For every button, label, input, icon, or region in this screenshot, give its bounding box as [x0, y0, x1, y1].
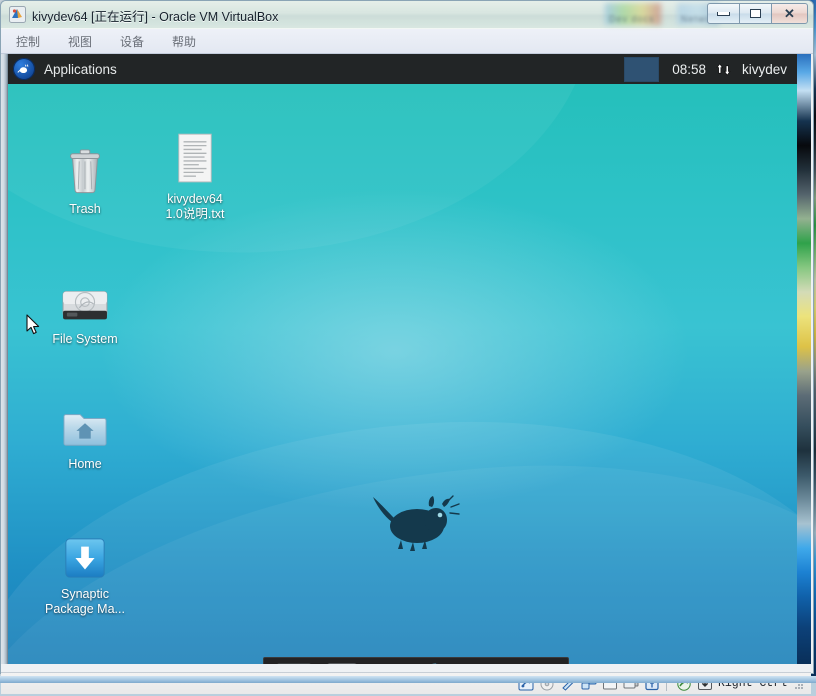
magnifier-icon [468, 662, 504, 665]
menu-control[interactable]: 控制 [13, 31, 43, 52]
desktop-icon-synaptic[interactable]: Synaptic Package Ma... [33, 529, 137, 617]
text-file-icon [143, 134, 247, 186]
dock-file-manager[interactable] [366, 660, 414, 664]
applications-label: Applications [44, 62, 117, 77]
desktop-icon-label: File System [33, 332, 137, 347]
maximize-icon [750, 9, 761, 18]
file-manager-icon [370, 662, 410, 665]
dock-web-browser[interactable] [414, 660, 462, 664]
desktop-icon-label: kivydev64 1.0说明.txt [143, 192, 247, 222]
close-button[interactable]: ✕ [771, 3, 808, 24]
desktop-icon-trash[interactable]: Trash [33, 144, 137, 217]
desktop-icon-label: Synaptic Package Ma... [33, 587, 137, 617]
menu-help[interactable]: 帮助 [169, 31, 199, 52]
synaptic-icon [33, 529, 137, 581]
terminal-icon: $ [325, 662, 359, 665]
dock-show-desktop[interactable] [270, 660, 318, 664]
virtualbox-icon [9, 6, 26, 23]
desktop-icon-label: Home [33, 457, 137, 472]
window-title: kivydev64 [正在运行] - Oracle VM VirtualBox [32, 6, 278, 25]
guest-right-edge [797, 54, 811, 664]
xfce-panel: Applications 08:58 kivydev [8, 54, 797, 84]
guest-left-edge [1, 54, 8, 664]
desktop-icon-home[interactable]: Home [33, 399, 137, 472]
vm-guest-screen: Applications 08:58 kivydev [1, 54, 811, 664]
folder-icon [515, 662, 553, 665]
applications-menu-button[interactable]: Applications [8, 58, 117, 80]
desktop-icon-label: Trash [33, 202, 137, 217]
workspace-switcher[interactable] [624, 57, 659, 82]
close-icon: ✕ [784, 7, 795, 20]
desktop-icon-readme[interactable]: kivydev64 1.0说明.txt [143, 134, 247, 222]
trash-icon [33, 144, 137, 196]
maximize-button[interactable] [739, 3, 772, 24]
host-taskbar-sliver [0, 676, 816, 683]
desktop-icon-filesystem[interactable]: File System [33, 274, 137, 347]
screenshot-root: kivydev64 [正在运行] - Oracle VM VirtualBox … [0, 0, 816, 683]
window-titlebar[interactable]: kivydev64 [正在运行] - Oracle VM VirtualBox … [1, 1, 813, 29]
menu-devices[interactable]: 设备 [117, 31, 147, 52]
xfce-mouse-icon [13, 58, 35, 80]
titlebar-ghost-text-1: Dev docs [609, 14, 655, 24]
virtualbox-window: kivydev64 [正在运行] - Oracle VM VirtualBox … [0, 0, 814, 674]
xfce-desktop[interactable]: Trash kivy [8, 84, 797, 664]
window-controls: ✕ [708, 3, 808, 24]
menubar: 控制 视图 设备 帮助 [1, 29, 813, 54]
harddisk-icon [33, 274, 137, 326]
show-desktop-icon [275, 662, 313, 665]
web-browser-icon [420, 661, 456, 665]
minimize-icon [717, 12, 730, 16]
dock-terminal[interactable]: $ [318, 660, 366, 664]
panel-username[interactable]: kivydev [742, 62, 787, 77]
xfce-mouse-logo [368, 482, 464, 552]
dock-find[interactable] [462, 660, 510, 664]
dock-folder[interactable] [510, 660, 558, 664]
menu-view[interactable]: 视图 [65, 31, 95, 52]
desktop-dock: $ [263, 657, 569, 664]
minimize-button[interactable] [707, 3, 740, 24]
network-updown-icon[interactable] [715, 62, 732, 77]
panel-clock: 08:58 [672, 62, 706, 77]
home-folder-icon [33, 399, 137, 451]
arrow-cursor [26, 314, 41, 336]
